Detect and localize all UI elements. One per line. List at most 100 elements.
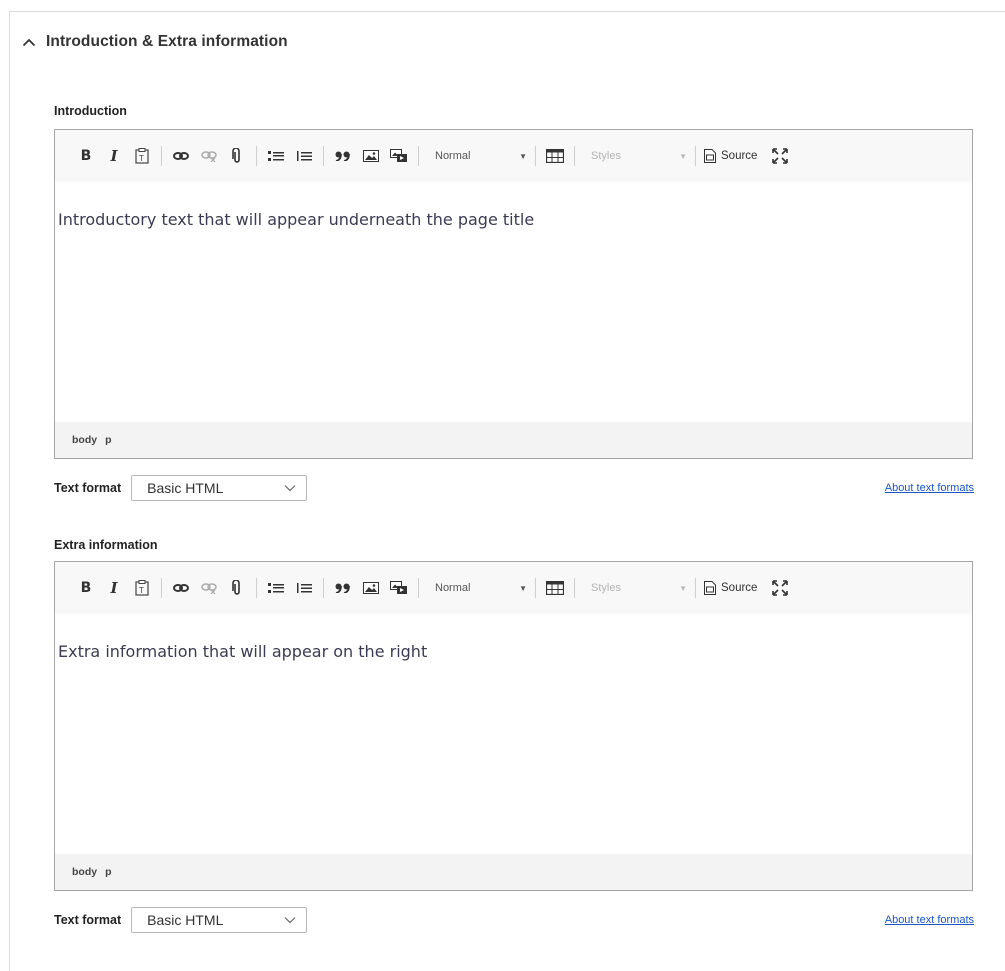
italic-button[interactable]: I — [103, 145, 125, 167]
toolbar-separator — [574, 146, 575, 166]
source-label: Source — [721, 582, 758, 594]
source-icon — [704, 149, 716, 163]
unlink-button[interactable] — [198, 577, 220, 599]
about-text-formats-link[interactable]: About text formats — [885, 482, 974, 494]
unlink-icon — [201, 583, 217, 594]
image-button[interactable] — [360, 145, 382, 167]
unlink-button[interactable] — [198, 145, 220, 167]
quote-icon — [335, 151, 350, 161]
table-button[interactable] — [544, 145, 566, 167]
image-button[interactable] — [360, 577, 382, 599]
bold-button[interactable]: B — [75, 577, 97, 599]
image-icon — [363, 150, 379, 162]
text-format-label: Text format — [54, 481, 122, 495]
format-dropdown-value: Normal — [435, 582, 471, 594]
toolbar-separator — [256, 578, 257, 598]
quote-icon — [335, 583, 350, 593]
text-format-value: Basic HTML — [147, 912, 224, 928]
link-button[interactable] — [170, 145, 192, 167]
link-icon — [173, 584, 189, 592]
caret-down-icon: ▼ — [679, 583, 687, 593]
path-element-p[interactable]: p — [105, 866, 111, 878]
maximize-button[interactable] — [769, 145, 791, 167]
toolbar-separator — [256, 146, 257, 166]
paste-text-icon: T — [135, 580, 149, 596]
text-format-row: Text format Basic HTML About text format… — [54, 907, 974, 933]
bulleted-list-button[interactable] — [265, 145, 287, 167]
format-dropdown[interactable]: Normal ▼ — [427, 145, 533, 167]
numbered-list-icon — [297, 151, 312, 161]
source-icon — [704, 581, 716, 595]
bulleted-list-icon — [268, 583, 284, 593]
section-title: Introduction & Extra information — [46, 33, 288, 50]
chevron-down-icon — [284, 917, 296, 924]
caret-down-icon: ▼ — [679, 151, 687, 161]
editor-extra-information: B I T Normal ▼ Styles ▼ Source Extra inf… — [54, 561, 973, 891]
editor-toolbar: B I T Normal ▼ Styles ▼ Source — [55, 562, 972, 614]
link-button[interactable] — [170, 577, 192, 599]
toolbar-separator — [323, 146, 324, 166]
text-format-row: Text format Basic HTML About text format… — [54, 475, 974, 501]
source-button[interactable]: Source — [704, 581, 757, 595]
format-dropdown[interactable]: Normal ▼ — [427, 577, 533, 599]
media-embed-button[interactable] — [388, 577, 410, 599]
section-toggle[interactable]: Introduction & Extra information — [22, 33, 288, 51]
attach-button[interactable] — [226, 577, 248, 599]
table-button[interactable] — [544, 577, 566, 599]
unlink-icon — [201, 151, 217, 162]
styles-dropdown[interactable]: Styles ▼ — [583, 577, 693, 599]
table-icon — [546, 149, 564, 163]
text-format-value: Basic HTML — [147, 480, 224, 496]
toolbar-separator — [323, 578, 324, 598]
media-embed-button[interactable] — [388, 145, 410, 167]
paste-text-icon: T — [135, 148, 149, 164]
paperclip-icon — [232, 580, 240, 595]
text-format-select[interactable]: Basic HTML — [131, 475, 308, 501]
maximize-icon — [772, 580, 789, 596]
numbered-list-icon — [297, 583, 312, 593]
bulleted-list-button[interactable] — [265, 577, 287, 599]
media-embed-icon — [390, 581, 407, 594]
editor-toolbar: B I T Normal ▼ Styles ▼ Source — [55, 130, 972, 182]
bold-button[interactable]: B — [75, 145, 97, 167]
element-path-bar: body p — [55, 854, 972, 890]
path-element-body[interactable]: body — [72, 434, 97, 446]
attach-button[interactable] — [226, 145, 248, 167]
paste-text-button[interactable]: T — [131, 577, 153, 599]
path-element-p[interactable]: p — [105, 434, 111, 446]
maximize-button[interactable] — [769, 577, 791, 599]
text-format-label: Text format — [54, 913, 122, 927]
svg-text:T: T — [139, 154, 144, 163]
caret-down-icon: ▼ — [519, 583, 527, 593]
italic-button[interactable]: I — [103, 577, 125, 599]
toolbar-separator — [535, 146, 536, 166]
about-text-formats-link[interactable]: About text formats — [885, 914, 974, 926]
editor-introduction: B I T Normal ▼ Styles ▼ Source Introduct… — [54, 129, 973, 459]
paperclip-icon — [232, 148, 240, 163]
styles-dropdown[interactable]: Styles ▼ — [583, 145, 693, 167]
element-path-bar: body p — [55, 422, 972, 458]
blockquote-button[interactable] — [332, 145, 354, 167]
link-icon — [173, 152, 189, 160]
paste-text-button[interactable]: T — [131, 145, 153, 167]
numbered-list-button[interactable] — [293, 577, 315, 599]
numbered-list-button[interactable] — [293, 145, 315, 167]
styles-dropdown-value: Styles — [591, 582, 621, 594]
source-button[interactable]: Source — [704, 149, 757, 163]
field-label-introduction: Introduction — [54, 104, 127, 118]
toolbar-separator — [161, 146, 162, 166]
svg-text:T: T — [139, 586, 144, 595]
editor-content-area[interactable]: Extra information that will appear on th… — [55, 614, 972, 854]
text-format-select[interactable]: Basic HTML — [131, 907, 308, 933]
source-label: Source — [721, 150, 758, 162]
maximize-icon — [772, 148, 789, 164]
caret-down-icon: ▼ — [519, 151, 527, 161]
toolbar-separator — [418, 578, 419, 598]
blockquote-button[interactable] — [332, 577, 354, 599]
format-dropdown-value: Normal — [435, 150, 471, 162]
bulleted-list-icon — [268, 151, 284, 161]
field-label-extra-information: Extra information — [54, 538, 158, 552]
editor-content-area[interactable]: Introductory text that will appear under… — [55, 182, 972, 422]
chevron-down-icon — [284, 485, 296, 492]
path-element-body[interactable]: body — [72, 866, 97, 878]
